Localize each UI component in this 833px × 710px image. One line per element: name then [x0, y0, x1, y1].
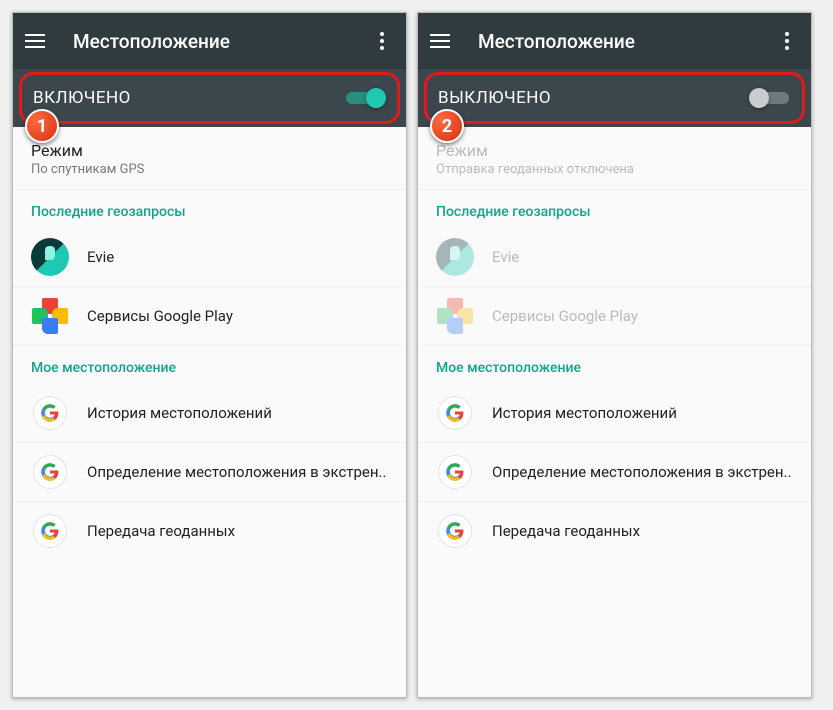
mode-title: Режим: [436, 141, 793, 160]
evie-icon: [31, 238, 69, 276]
step-number: 1: [25, 109, 59, 143]
toggle-label: ВКЛЮЧЕНО: [33, 88, 344, 108]
location-switch[interactable]: [749, 87, 791, 109]
google-play-services-icon: [436, 297, 474, 335]
location-toggle-row[interactable]: ВКЛЮЧЕНО: [13, 69, 406, 127]
step-number: 2: [430, 109, 464, 143]
step-badge: 1: [25, 109, 59, 149]
recent-item-evie: Evie: [418, 228, 811, 287]
google-icon: [31, 453, 69, 491]
toggle-highlight: ВЫКЛЮЧЕНО 2: [418, 69, 811, 127]
section-myloc-header: Мое местоположение: [13, 346, 406, 384]
location-toggle-row[interactable]: ВЫКЛЮЧЕНО: [418, 69, 811, 127]
item-label: История местоположений: [492, 404, 677, 422]
mode-row: Режим Отправка геоданных отключена: [418, 127, 811, 190]
myloc-item-sharing[interactable]: Передача геоданных: [418, 502, 811, 560]
item-label: Evie: [492, 248, 519, 266]
item-label: Определение местоположения в экстрен..: [87, 463, 386, 481]
item-label: Передача геоданных: [87, 522, 235, 540]
overflow-icon[interactable]: [775, 29, 799, 53]
myloc-item-history[interactable]: История местоположений: [13, 384, 406, 443]
google-icon: [436, 394, 474, 432]
item-label: Передача геоданных: [492, 522, 640, 540]
step-badge: 2: [430, 109, 464, 149]
content-area: Режим По спутникам GPS Последние геозапр…: [13, 127, 406, 697]
evie-icon: [436, 238, 474, 276]
mode-row[interactable]: Режим По спутникам GPS: [13, 127, 406, 190]
item-label: Сервисы Google Play: [87, 307, 233, 325]
myloc-item-emergency[interactable]: Определение местоположения в экстрен..: [13, 443, 406, 502]
google-play-services-icon: [31, 297, 69, 335]
section-recent-header: Последние геозапросы: [13, 190, 406, 228]
recent-item-evie[interactable]: Evie: [13, 228, 406, 287]
page-title: Местоположение: [478, 30, 775, 53]
section-recent-header: Последние геозапросы: [418, 190, 811, 228]
location-switch[interactable]: [344, 87, 386, 109]
page-title: Местоположение: [73, 30, 370, 53]
menu-icon[interactable]: [25, 29, 49, 53]
myloc-item-emergency[interactable]: Определение местоположения в экстрен..: [418, 443, 811, 502]
google-icon: [31, 394, 69, 432]
recent-item-gplay: Сервисы Google Play: [418, 287, 811, 346]
phone-screen-1: Местоположение ВКЛЮЧЕНО 1 Режим По спутн…: [12, 12, 407, 698]
content-area: Режим Отправка геоданных отключена После…: [418, 127, 811, 697]
app-bar: Местоположение: [13, 13, 406, 69]
google-icon: [31, 512, 69, 550]
mode-subtitle: По спутникам GPS: [31, 162, 388, 177]
toggle-highlight: ВКЛЮЧЕНО 1: [13, 69, 406, 127]
recent-item-gplay[interactable]: Сервисы Google Play: [13, 287, 406, 346]
google-icon: [436, 512, 474, 550]
item-label: Определение местоположения в экстрен..: [492, 463, 791, 481]
item-label: Evie: [87, 248, 114, 266]
item-label: Сервисы Google Play: [492, 307, 638, 325]
menu-icon[interactable]: [430, 29, 454, 53]
section-myloc-header: Мое местоположение: [418, 346, 811, 384]
mode-subtitle: Отправка геоданных отключена: [436, 162, 793, 177]
app-bar: Местоположение: [418, 13, 811, 69]
google-icon: [436, 453, 474, 491]
myloc-item-history[interactable]: История местоположений: [418, 384, 811, 443]
mode-title: Режим: [31, 141, 388, 160]
overflow-icon[interactable]: [370, 29, 394, 53]
toggle-label: ВЫКЛЮЧЕНО: [438, 88, 749, 108]
phone-screen-2: Местоположение ВЫКЛЮЧЕНО 2 Режим Отправк…: [417, 12, 812, 698]
item-label: История местоположений: [87, 404, 272, 422]
myloc-item-sharing[interactable]: Передача геоданных: [13, 502, 406, 560]
